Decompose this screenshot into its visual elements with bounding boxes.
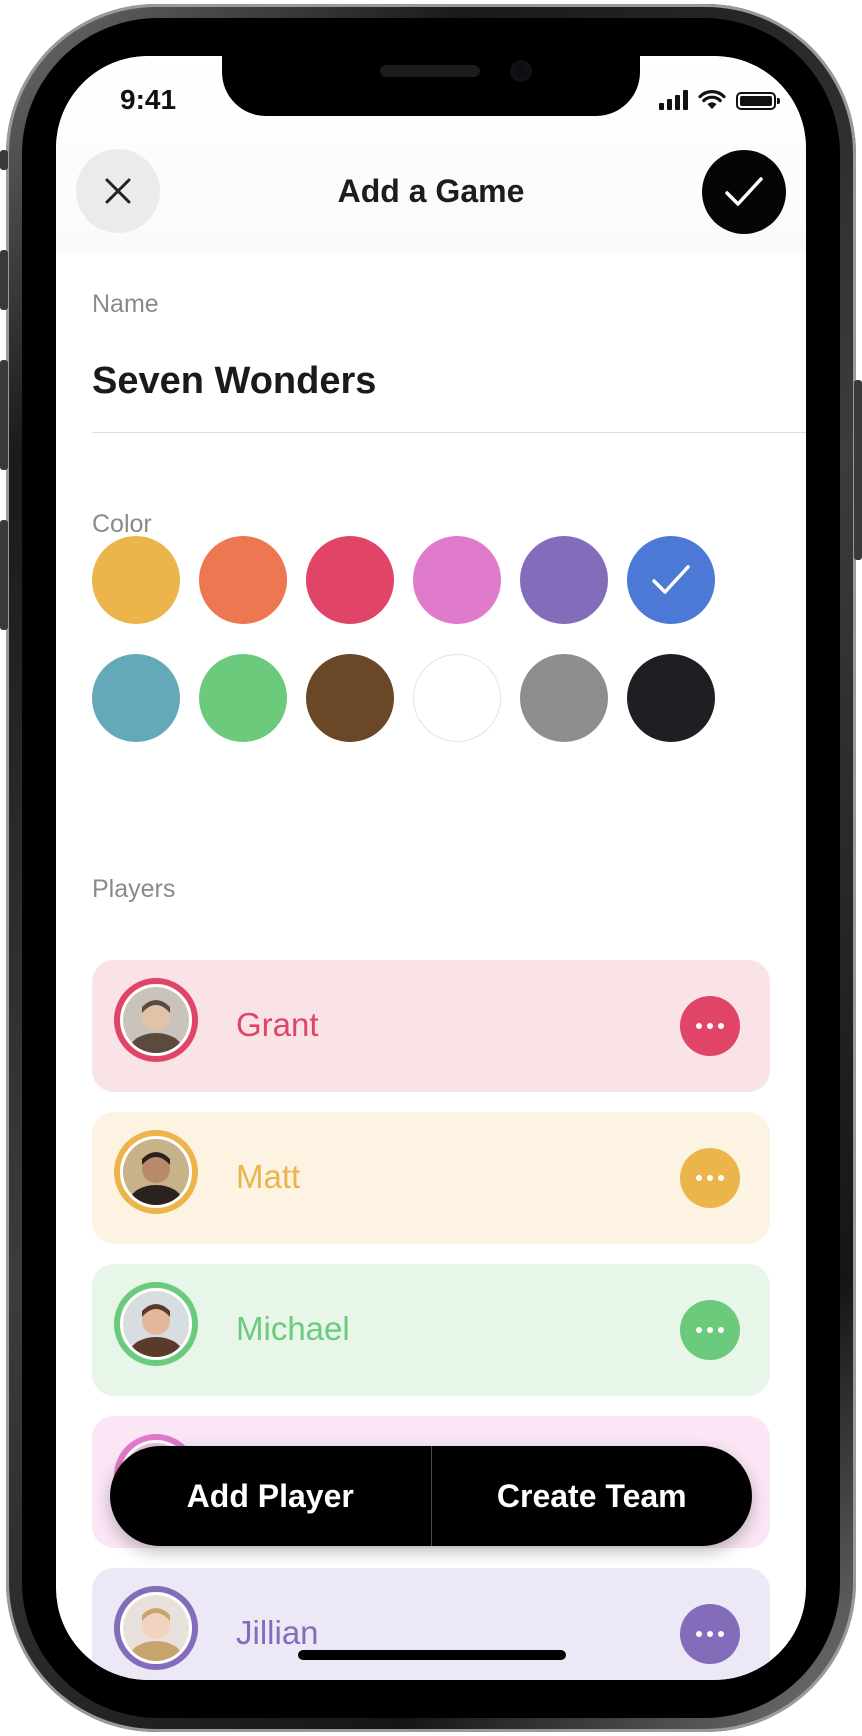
- phone-side-button: [0, 150, 8, 170]
- status-time: 9:41: [120, 84, 177, 115]
- color-label: Color: [92, 510, 152, 538]
- action-bar: Add Player Create Team: [110, 1446, 752, 1546]
- more-dots-icon: [696, 1175, 724, 1181]
- player-more-button[interactable]: [680, 1148, 740, 1208]
- app-screen: 9:41 Add a Game Name Seven Wonders Color…: [56, 56, 806, 1680]
- status-icons: [659, 90, 780, 110]
- avatar: [123, 987, 189, 1053]
- color-swatch-red[interactable]: [306, 536, 394, 624]
- avatar: [123, 1139, 189, 1205]
- checkmark-icon: [652, 565, 690, 594]
- player-name: Grant: [236, 1006, 319, 1043]
- player-more-button[interactable]: [680, 996, 740, 1056]
- color-swatch-green[interactable]: [199, 654, 287, 742]
- player-name: Jillian: [236, 1614, 319, 1651]
- page-title: Add a Game: [337, 173, 525, 209]
- player-row[interactable]: Michael: [92, 1264, 770, 1396]
- name-field[interactable]: Seven Wonders: [92, 360, 376, 403]
- home-indicator[interactable]: [298, 1650, 566, 1660]
- add-player-button[interactable]: Add Player: [110, 1446, 431, 1546]
- color-swatch-blue[interactable]: [627, 536, 715, 624]
- player-more-button[interactable]: [680, 1604, 740, 1664]
- signal-icon: [659, 90, 688, 110]
- phone-power-button: [854, 380, 862, 560]
- color-swatch-brown[interactable]: [306, 654, 394, 742]
- wifi-icon: [698, 90, 726, 109]
- player-row[interactable]: Grant: [92, 960, 770, 1092]
- color-swatch-pink[interactable]: [413, 536, 501, 624]
- players-label: Players: [92, 875, 176, 903]
- name-label: Name: [92, 290, 159, 318]
- avatar: [123, 1595, 189, 1661]
- color-swatch-yellow[interactable]: [92, 536, 180, 624]
- color-swatch-orange[interactable]: [199, 536, 287, 624]
- color-swatch-black[interactable]: [627, 654, 715, 742]
- camera: [510, 60, 532, 82]
- phone-volume-down: [0, 360, 8, 470]
- avatar-ring: [114, 1586, 198, 1670]
- notch: [222, 56, 640, 116]
- player-name: Matt: [236, 1158, 301, 1195]
- color-swatch-gray[interactable]: [520, 654, 608, 742]
- avatar-ring: [114, 1130, 198, 1214]
- avatar: [123, 1291, 189, 1357]
- color-swatch-teal[interactable]: [92, 654, 180, 742]
- avatar-ring: [114, 1282, 198, 1366]
- phone-volume-up: [0, 250, 8, 310]
- more-dots-icon: [696, 1023, 724, 1029]
- player-row[interactable]: Matt: [92, 1112, 770, 1244]
- create-team-button[interactable]: Create Team: [432, 1446, 753, 1546]
- color-swatch-white[interactable]: [413, 654, 501, 742]
- phone-mute-switch: [0, 520, 8, 630]
- color-swatch-purple[interactable]: [520, 536, 608, 624]
- more-dots-icon: [696, 1631, 724, 1637]
- more-dots-icon: [696, 1327, 724, 1333]
- speaker: [380, 65, 480, 77]
- player-more-button[interactable]: [680, 1300, 740, 1360]
- player-name: Michael: [236, 1310, 350, 1347]
- name-field-divider: [92, 432, 806, 433]
- player-row[interactable]: Jillian: [92, 1568, 770, 1680]
- confirm-button[interactable]: [702, 150, 786, 234]
- avatar-ring: [114, 978, 198, 1062]
- battery-icon: [736, 92, 780, 110]
- checkmark-icon: [725, 177, 763, 206]
